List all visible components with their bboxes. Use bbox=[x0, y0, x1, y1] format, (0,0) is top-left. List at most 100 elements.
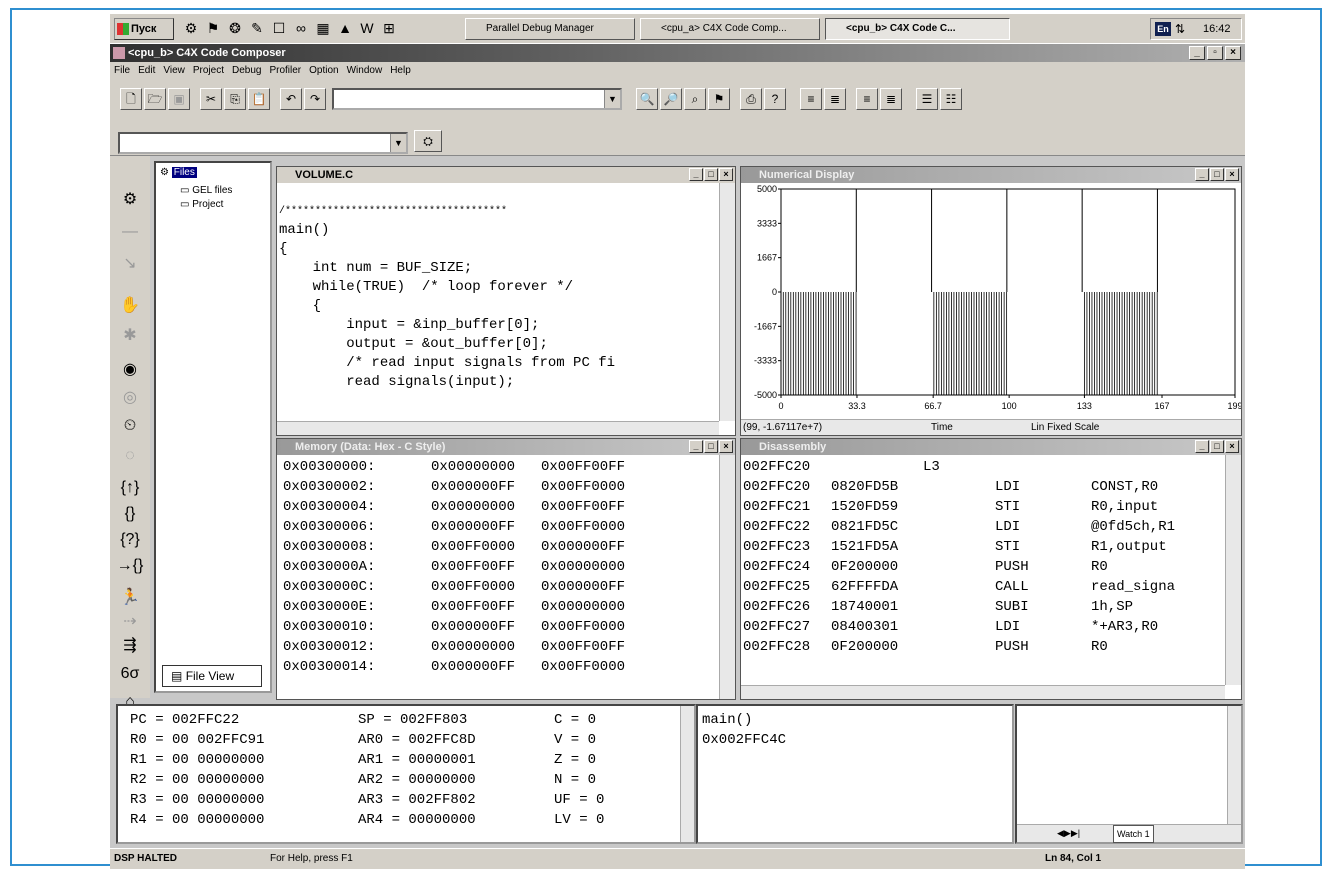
minimize-button[interactable]: _ bbox=[1195, 440, 1209, 453]
register-value[interactable]: R3 = 00 00000000 bbox=[130, 790, 264, 810]
vertical-scrollbar[interactable] bbox=[680, 706, 694, 842]
tree-item-gel-files[interactable]: ▭ GEL files bbox=[180, 185, 232, 196]
redo-icon[interactable]: ↷ bbox=[304, 88, 326, 110]
halt-icon[interactable]: ✱ bbox=[114, 322, 146, 350]
app-icon[interactable]: ✎ bbox=[248, 18, 266, 38]
indent-icon[interactable]: ≡ bbox=[800, 88, 822, 110]
menu-profiler[interactable]: Profiler bbox=[269, 62, 301, 80]
find-icon[interactable]: 🔍 bbox=[636, 88, 658, 110]
network-icon[interactable]: ⇅ bbox=[1175, 19, 1185, 39]
disassembly-row[interactable]: 002FFC22 0821FD5C LDI @0fd5ch,R1 bbox=[743, 517, 1223, 537]
clock-icon[interactable]: ⏲ bbox=[114, 412, 146, 440]
tab-watch-1[interactable]: Watch 1 bbox=[1113, 825, 1154, 843]
register-value[interactable]: R4 = 00 00000000 bbox=[130, 810, 264, 830]
paste-icon[interactable]: 📋 bbox=[248, 88, 270, 110]
vertical-scrollbar[interactable] bbox=[1227, 706, 1241, 824]
app-icon[interactable]: ∞ bbox=[292, 18, 310, 38]
register-value[interactable]: Z = 0 bbox=[554, 750, 604, 770]
register-value[interactable]: V = 0 bbox=[554, 730, 604, 750]
menu-window[interactable]: Window bbox=[347, 62, 383, 80]
vertical-scrollbar[interactable] bbox=[1225, 455, 1241, 685]
memory-row[interactable]: 0x00300012: 0x00000000 0x00FF00FF bbox=[283, 637, 713, 657]
disassembly-row[interactable]: 002FFC27 08400301 LDI *+AR3,R0 bbox=[743, 617, 1223, 637]
vertical-scrollbar[interactable] bbox=[719, 183, 735, 421]
minimize-button[interactable]: _ bbox=[1189, 46, 1205, 60]
run-icon[interactable]: ◎ bbox=[114, 384, 146, 412]
print-icon[interactable]: ⎙ bbox=[740, 88, 762, 110]
task-parallel-debug[interactable]: Parallel Debug Manager bbox=[465, 18, 635, 40]
flag-column[interactable]: C = 0V = 0Z = 0N = 0 UF = 0 LV = 0 bbox=[554, 710, 604, 830]
register-value[interactable]: AR3 = 002FF802 bbox=[358, 790, 476, 810]
app-icon[interactable]: ⚑ bbox=[204, 18, 222, 38]
register-value[interactable]: R0 = 00 002FFC91 bbox=[130, 730, 264, 750]
register-value[interactable]: PC = 002FFC22 bbox=[130, 710, 264, 730]
menu-file[interactable]: File bbox=[114, 62, 130, 80]
register-value[interactable]: R2 = 00 00000000 bbox=[130, 770, 264, 790]
call-stack-entry[interactable]: main() bbox=[702, 710, 752, 730]
animate-run-icon[interactable]: ⇶ bbox=[114, 632, 146, 660]
gel-icon[interactable]: 6σ bbox=[114, 660, 146, 688]
restore-button[interactable]: ▫ bbox=[1207, 46, 1223, 60]
horizontal-scrollbar[interactable] bbox=[741, 685, 1225, 699]
memory-row[interactable]: 0x0030000C: 0x00FF0000 0x000000FF bbox=[283, 577, 713, 597]
register-column[interactable]: PC = 002FFC22 R0 = 00 002FFC91 R1 = 00 000… bbox=[130, 710, 264, 830]
save-icon[interactable]: ▣ bbox=[168, 88, 190, 110]
undo-icon[interactable]: ↶ bbox=[280, 88, 302, 110]
close-button[interactable]: × bbox=[719, 168, 733, 181]
app-icon[interactable]: ▦ bbox=[314, 18, 332, 38]
minimize-button[interactable]: _ bbox=[689, 168, 703, 181]
maximize-button[interactable]: □ bbox=[1210, 440, 1224, 453]
disassembly-row[interactable]: 002FFC20 L3 bbox=[743, 457, 1223, 477]
menu-project[interactable]: Project bbox=[193, 62, 224, 80]
new-file-icon[interactable]: 🗋 bbox=[120, 88, 142, 110]
maximize-button[interactable]: □ bbox=[704, 168, 718, 181]
step-into-icon[interactable]: {↑} bbox=[114, 474, 146, 502]
disassembly-row[interactable]: 002FFC24 0F200000 PUSH R0 bbox=[743, 557, 1223, 577]
register-value[interactable]: N = 0 bbox=[554, 770, 604, 790]
disassembly-row[interactable]: 002FFC23 1521FD5A STI R1,output bbox=[743, 537, 1223, 557]
tree-item-project[interactable]: ▭ Project bbox=[180, 199, 223, 210]
tree-root[interactable]: ⚙ Files bbox=[160, 167, 197, 178]
memory-row[interactable]: 0x00300004: 0x00000000 0x00FF00FF bbox=[283, 497, 713, 517]
register-value[interactable]: AR4 = 00000000 bbox=[358, 810, 476, 830]
find-next-icon[interactable]: 🔎 bbox=[660, 88, 682, 110]
project-combo[interactable]: ▼ bbox=[118, 132, 408, 154]
help-icon[interactable]: ? bbox=[764, 88, 786, 110]
copy-icon[interactable]: ⎘ bbox=[224, 88, 246, 110]
memory-row[interactable]: 0x00300002: 0x000000FF 0x00FF0000 bbox=[283, 477, 713, 497]
register-value[interactable]: AR0 = 002FFC8D bbox=[358, 730, 476, 750]
memory-rows[interactable]: 0x00300000: 0x00000000 0x00FF00FF 0x0030000… bbox=[283, 457, 713, 677]
menu-option[interactable]: Option bbox=[309, 62, 338, 80]
register-value[interactable]: LV = 0 bbox=[554, 810, 604, 830]
minimize-button[interactable]: _ bbox=[1195, 168, 1209, 181]
close-button[interactable]: × bbox=[1225, 46, 1241, 60]
memory-row[interactable]: 0x0030000A: 0x00FF00FF 0x00000000 bbox=[283, 557, 713, 577]
source-code[interactable]: /************************************* ma… bbox=[277, 183, 719, 421]
step-out-icon[interactable]: {?} bbox=[114, 526, 146, 554]
menu-view[interactable]: View bbox=[163, 62, 185, 80]
disassembly-row[interactable]: 002FFC26 18740001 SUBI 1h,SP bbox=[743, 597, 1223, 617]
register-value[interactable]: AR2 = 00000000 bbox=[358, 770, 476, 790]
close-button[interactable]: × bbox=[1225, 440, 1239, 453]
task-cpu-a[interactable]: <cpu_a> C4X Code Comp... bbox=[640, 18, 820, 40]
menu-debug[interactable]: Debug bbox=[232, 62, 261, 80]
list-icon[interactable]: ☰ bbox=[916, 88, 938, 110]
memory-row[interactable]: 0x00300000: 0x00000000 0x00FF00FF bbox=[283, 457, 713, 477]
register-value[interactable]: C = 0 bbox=[554, 710, 604, 730]
open-folder-icon[interactable]: 🗁 bbox=[144, 88, 166, 110]
horizontal-scrollbar[interactable] bbox=[277, 421, 719, 435]
disassembly-row[interactable]: 002FFC25 62FFFFDA CALL read_signa bbox=[743, 577, 1223, 597]
tab-file-view[interactable]: ▤ File View bbox=[162, 665, 262, 687]
memory-row[interactable]: 0x00300008: 0x00FF0000 0x000000FF bbox=[283, 537, 713, 557]
disassembly-row[interactable]: 002FFC28 0F200000 PUSH R0 bbox=[743, 637, 1223, 657]
register-value[interactable]: AR1 = 00000001 bbox=[358, 750, 476, 770]
memory-row[interactable]: 0x0030000E: 0x00FF00FF 0x00000000 bbox=[283, 597, 713, 617]
language-indicator[interactable]: En bbox=[1155, 22, 1171, 36]
maximize-button[interactable]: □ bbox=[704, 440, 718, 453]
app-icon[interactable]: ▲ bbox=[336, 18, 354, 38]
chevron-down-icon[interactable]: ▼ bbox=[604, 90, 620, 108]
app-icon[interactable]: ☐ bbox=[270, 18, 288, 38]
build-icon[interactable]: ⛭ bbox=[414, 130, 442, 152]
close-button[interactable]: × bbox=[1225, 168, 1239, 181]
task-cpu-b[interactable]: <cpu_b> C4X Code C... bbox=[825, 18, 1010, 40]
